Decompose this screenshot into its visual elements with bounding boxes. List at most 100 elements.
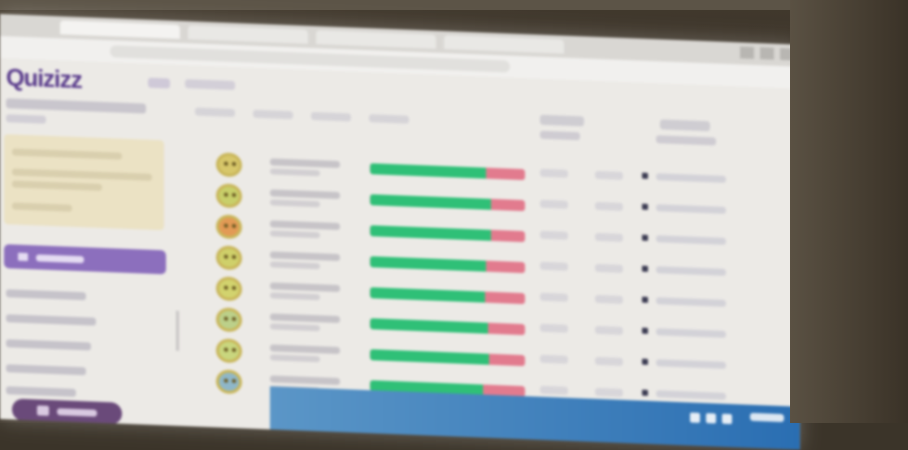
- accuracy-bar: [370, 225, 525, 243]
- info-card: [4, 134, 164, 231]
- accuracy-fill-correct: [370, 256, 487, 272]
- sort-control[interactable]: [540, 114, 584, 127]
- square-icon[interactable]: [642, 172, 648, 179]
- score-cell: [540, 199, 568, 209]
- tray-icon[interactable]: [706, 413, 716, 424]
- student-name: [270, 220, 340, 231]
- scrollbar[interactable]: [176, 310, 179, 351]
- accuracy-bar: [370, 287, 525, 305]
- square-icon[interactable]: [642, 265, 648, 272]
- browser-tab[interactable]: [60, 20, 180, 39]
- score-cell: [540, 230, 568, 240]
- student-name: [270, 282, 340, 293]
- avatar-eye: [232, 316, 236, 322]
- square-icon[interactable]: [642, 327, 648, 334]
- avatar-eye: [224, 161, 228, 166]
- time-cell: [595, 325, 623, 335]
- filter-tab[interactable]: [253, 109, 293, 120]
- student-subtext: [270, 292, 320, 301]
- avatar-eye: [232, 378, 236, 384]
- accuracy-fill-correct: [370, 194, 491, 210]
- square-icon[interactable]: [642, 389, 648, 396]
- time-cell: [595, 232, 623, 242]
- header-nav-link[interactable]: [185, 79, 235, 91]
- accuracy-bar: [370, 318, 525, 336]
- row-action-label[interactable]: [656, 328, 726, 338]
- filter-tabs: [195, 107, 409, 124]
- row-action-label[interactable]: [656, 266, 726, 276]
- row-action-label[interactable]: [656, 297, 726, 307]
- student-subtext: [270, 199, 320, 208]
- row-action-label[interactable]: [656, 204, 726, 214]
- square-icon[interactable]: [642, 234, 648, 241]
- browser-tab[interactable]: [188, 25, 308, 44]
- row-action-label[interactable]: [656, 173, 726, 183]
- square-icon[interactable]: [642, 358, 648, 365]
- row-action-label[interactable]: [656, 390, 726, 400]
- minimize-icon[interactable]: [740, 46, 754, 59]
- header-badge: [148, 77, 170, 89]
- score-cell: [540, 354, 568, 364]
- end-session-label: [57, 407, 97, 417]
- column-header: [540, 130, 580, 141]
- row-action-label[interactable]: [656, 235, 726, 245]
- accuracy-bar: [370, 194, 525, 212]
- sidebar-item[interactable]: [6, 386, 76, 397]
- sidebar-item[interactable]: [6, 339, 91, 351]
- student-subtext: [270, 354, 320, 363]
- student-name: [270, 189, 340, 200]
- avatar-eye: [224, 347, 228, 352]
- sidebar-item[interactable]: [6, 289, 86, 301]
- browser-tab[interactable]: [444, 35, 564, 54]
- square-icon[interactable]: [642, 203, 648, 210]
- time-cell: [595, 263, 623, 273]
- student-name: [270, 375, 340, 386]
- score-cell: [540, 385, 568, 395]
- monster-avatar-icon: [216, 276, 242, 302]
- info-line: [12, 180, 102, 191]
- avatar-eye: [232, 347, 236, 353]
- header-action[interactable]: [660, 119, 710, 132]
- accuracy-fill-correct: [370, 225, 491, 241]
- monster-avatar-icon: [216, 338, 242, 364]
- stop-icon: [37, 405, 49, 416]
- primary-action-button[interactable]: [4, 244, 166, 275]
- maximize-icon[interactable]: [760, 47, 774, 60]
- score-cell: [540, 261, 568, 271]
- accuracy-fill-correct: [370, 318, 488, 334]
- score-cell: [540, 292, 568, 302]
- tray-icon[interactable]: [690, 412, 700, 423]
- avatar-eye: [232, 161, 236, 167]
- avatar-eye: [232, 285, 236, 291]
- square-icon[interactable]: [642, 296, 648, 303]
- filter-tab[interactable]: [311, 111, 351, 122]
- monster-avatar-icon: [216, 214, 242, 240]
- accuracy-bar: [370, 163, 525, 181]
- time-cell: [595, 356, 623, 366]
- monster-avatar-icon: [216, 152, 242, 178]
- avatar-eye: [224, 254, 228, 259]
- projected-screen: Quizizz: [0, 14, 800, 450]
- student-name: [270, 313, 340, 324]
- sidebar-item[interactable]: [6, 314, 96, 326]
- quizizz-logo[interactable]: Quizizz: [6, 64, 82, 95]
- student-name: [270, 344, 340, 355]
- avatar-eye: [224, 223, 228, 228]
- avatar-eye: [224, 316, 228, 321]
- time-cell: [595, 201, 623, 211]
- time-cell: [595, 170, 623, 180]
- row-action-label[interactable]: [656, 359, 726, 369]
- filter-tab[interactable]: [369, 114, 409, 124]
- avatar-eye: [224, 192, 228, 197]
- browser-tab[interactable]: [316, 30, 436, 49]
- monster-avatar-icon: [216, 245, 242, 271]
- avatar-eye: [232, 192, 236, 198]
- student-subtext: [270, 168, 320, 177]
- accuracy-fill-correct: [370, 287, 485, 303]
- sidebar-item[interactable]: [6, 364, 86, 376]
- student-subtext: [270, 261, 320, 270]
- filter-tab[interactable]: [195, 107, 235, 118]
- avatar-eye: [224, 285, 228, 290]
- monster-avatar-icon: [216, 369, 242, 395]
- monster-avatar-icon: [216, 183, 242, 209]
